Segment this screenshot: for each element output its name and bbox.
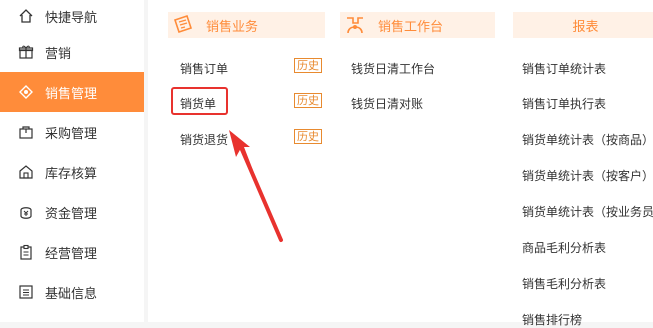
sidebar: 快捷导航 营销 销售管理 采购管理 库存核算 资金管理 经营管理 基础信息 <box>0 0 144 322</box>
sidebar-item-label: 销售管理 <box>45 86 98 102</box>
link-report-delivery-by-salesperson[interactable]: 销货单统计表（按业务员） <box>522 203 653 220</box>
sidebar-item-fund-management[interactable]: 资金管理 <box>0 192 144 232</box>
link-report-sales-gross-profit[interactable]: 销售毛利分析表 <box>522 275 606 292</box>
sidebar-item-business-management[interactable]: 经营管理 <box>0 232 144 272</box>
history-badge-sales-return[interactable]: 历史 <box>294 129 322 144</box>
link-report-product-gross-profit[interactable]: 商品毛利分析表 <box>522 239 606 256</box>
sidebar-item-label: 采购管理 <box>45 126 98 142</box>
money-icon <box>18 204 34 220</box>
history-badge-sales-order[interactable]: 历史 <box>294 58 322 73</box>
sidebar-item-label: 快捷导航 <box>45 10 98 26</box>
bag-icon <box>18 124 34 140</box>
reports-title: 报表 <box>572 19 599 35</box>
link-report-sales-ranking[interactable]: 销售排行榜 <box>522 311 582 328</box>
list-icon <box>18 284 34 300</box>
sidebar-item-marketing[interactable]: 营销 <box>0 32 144 72</box>
link-sales-order[interactable]: 销售订单 <box>180 60 228 77</box>
sidebar-item-label: 经营管理 <box>45 246 98 262</box>
sidebar-item-label: 基础信息 <box>45 286 98 302</box>
link-report-sales-order-stats[interactable]: 销售订单统计表 <box>522 60 606 77</box>
link-daily-clearing-workbench[interactable]: 钱货日清工作台 <box>351 60 435 77</box>
clipboard-icon <box>18 244 34 260</box>
link-report-delivery-by-customer[interactable]: 销货单统计表（按客户） <box>522 167 653 184</box>
sidebar-item-basic-info[interactable]: 基础信息 <box>0 272 144 312</box>
sales-business-title: 销售业务 <box>206 19 259 35</box>
sidebar-item-sales-management[interactable]: 销售管理 <box>0 72 144 112</box>
highlight-box <box>171 87 228 115</box>
sales-workbench-title: 销售工作台 <box>378 19 444 35</box>
reports-header: 报表 <box>513 12 653 38</box>
home-icon <box>18 8 34 24</box>
main-panel <box>148 0 653 322</box>
link-report-delivery-by-product[interactable]: 销货单统计表（按商品） <box>522 131 653 148</box>
link-daily-clearing-reconciliation[interactable]: 钱货日清对账 <box>351 95 423 112</box>
sidebar-item-label: 营销 <box>45 46 72 62</box>
sales-workbench-header: 销售工作台 <box>340 12 495 38</box>
sidebar-item-inventory-accounting[interactable]: 库存核算 <box>0 152 144 192</box>
warehouse-icon <box>18 164 34 180</box>
receipt-icon <box>172 14 194 36</box>
sidebar-item-label: 库存核算 <box>45 166 98 182</box>
workbench-icon <box>344 14 366 36</box>
sidebar-item-purchase-management[interactable]: 采购管理 <box>0 112 144 152</box>
sales-icon <box>18 84 34 100</box>
sidebar-item-label: 资金管理 <box>45 206 98 222</box>
sidebar-item-quick-nav[interactable]: 快捷导航 <box>0 0 144 36</box>
link-report-sales-order-execution[interactable]: 销售订单执行表 <box>522 95 606 112</box>
gift-icon <box>18 44 34 60</box>
link-sales-return[interactable]: 销货退货 <box>180 131 228 148</box>
history-badge-sales-delivery[interactable]: 历史 <box>294 93 322 108</box>
sales-business-header: 销售业务 <box>168 12 325 38</box>
